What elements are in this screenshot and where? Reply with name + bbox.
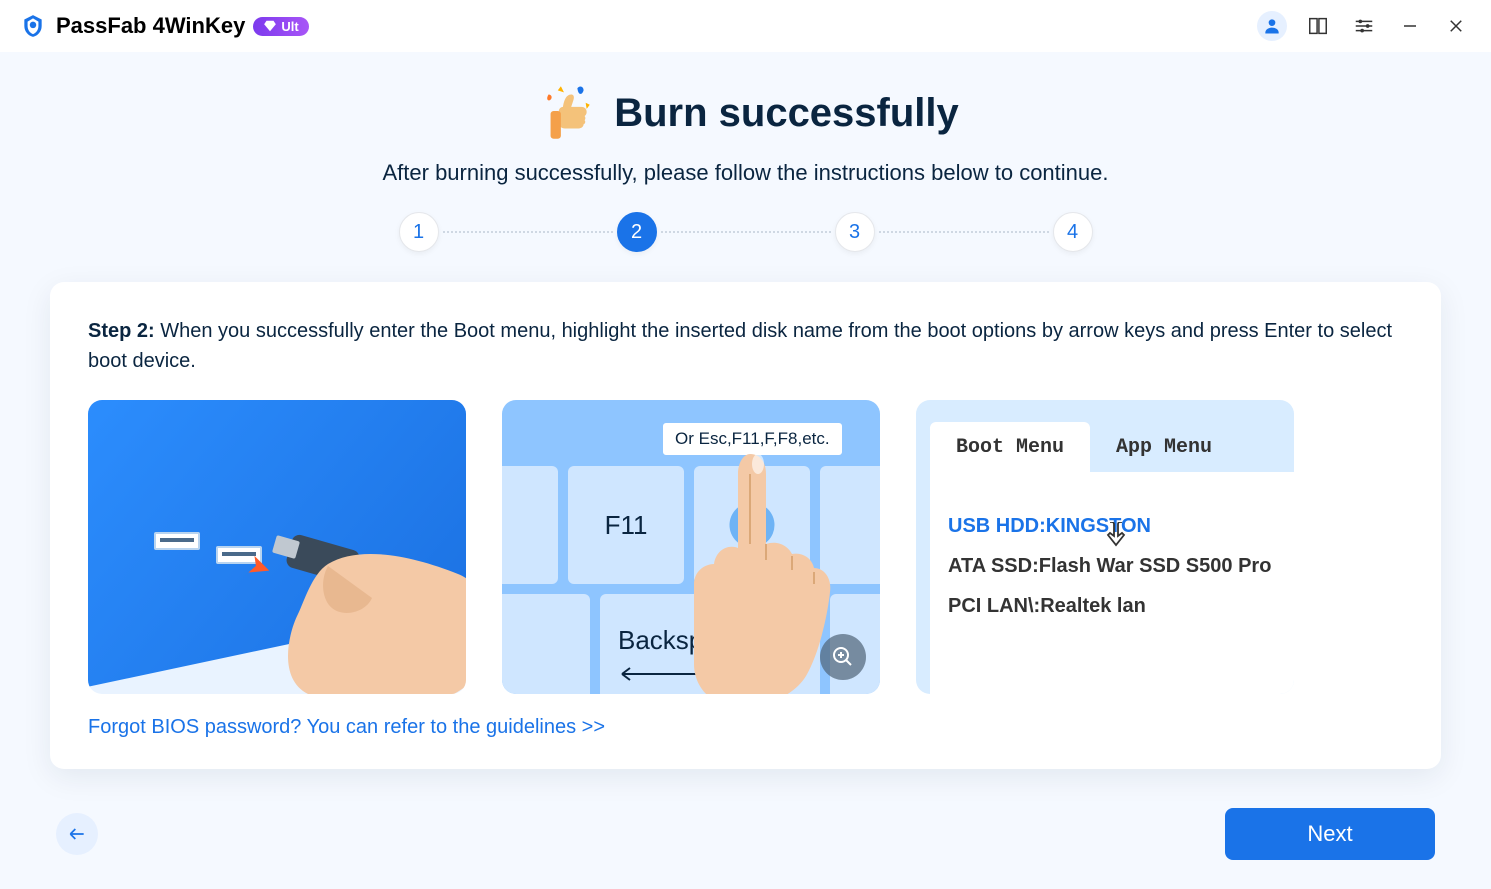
instruction-card: Step 2: When you successfully enter the … (50, 282, 1441, 769)
page-subtitle: After burning successfully, please follo… (50, 160, 1441, 186)
hand-holding-usb-icon (208, 514, 466, 694)
book-icon (1307, 15, 1329, 37)
bios-password-link[interactable]: Forgot BIOS password? You can refer to t… (88, 716, 1403, 739)
account-button[interactable] (1257, 11, 1287, 41)
footer: Next (0, 779, 1491, 889)
minimize-icon (1401, 17, 1419, 35)
step-label: Step 2: (88, 320, 155, 342)
stepper: 1 2 3 4 (50, 212, 1441, 252)
key-f11: F11 (568, 466, 684, 584)
settings-button[interactable] (1349, 11, 1379, 41)
user-icon (1262, 16, 1282, 36)
hand-pressing-icon (690, 444, 840, 694)
close-button[interactable] (1441, 11, 1471, 41)
thumbs-up-confetti-icon (532, 80, 598, 146)
close-icon (1447, 17, 1465, 35)
edition-label: Ult (281, 19, 298, 34)
next-button[interactable]: Next (1225, 808, 1435, 860)
edition-badge: Ult (253, 17, 308, 36)
zoom-button[interactable] (820, 634, 866, 680)
app-logo-icon (20, 13, 46, 39)
app-title: PassFab 4WinKey (56, 13, 245, 39)
boot-option-lan: PCI LAN\:Realtek lan (948, 586, 1276, 626)
hero: Burn successfully After burning successf… (50, 80, 1441, 186)
arrow-left-icon (67, 824, 87, 844)
step-connector (879, 231, 1049, 233)
illustration-press-key: Or Esc,F11,F,F8,etc. F11 Backspa (502, 400, 880, 694)
back-button[interactable] (56, 813, 98, 855)
page-title: Burn successfully (614, 91, 959, 136)
cursor-icon (1106, 522, 1130, 548)
step-connector (443, 231, 613, 233)
diamond-icon (263, 19, 277, 33)
step-2[interactable]: 2 (617, 212, 657, 252)
step-connector (661, 231, 831, 233)
boot-option-ssd: ATA SSD:Flash War SSD S500 Pro (948, 546, 1276, 586)
step-body: When you successfully enter the Boot men… (88, 320, 1392, 372)
app-menu-tab: App Menu (1090, 422, 1238, 473)
sliders-icon (1353, 15, 1375, 37)
titlebar: PassFab 4WinKey Ult (0, 0, 1491, 52)
zoom-in-icon (831, 645, 855, 669)
guide-button[interactable] (1303, 11, 1333, 41)
step-3[interactable]: 3 (835, 212, 875, 252)
minimize-button[interactable] (1395, 11, 1425, 41)
step-4[interactable]: 4 (1053, 212, 1093, 252)
step-instruction: Step 2: When you successfully enter the … (88, 316, 1403, 376)
illustration-usb-insert: ➤ (88, 400, 466, 694)
boot-menu-tab: Boot Menu (930, 422, 1090, 473)
illustration-boot-menu: Boot Menu App Menu USB HDD:KINGSTON ATA … (916, 400, 1294, 694)
step-1[interactable]: 1 (399, 212, 439, 252)
